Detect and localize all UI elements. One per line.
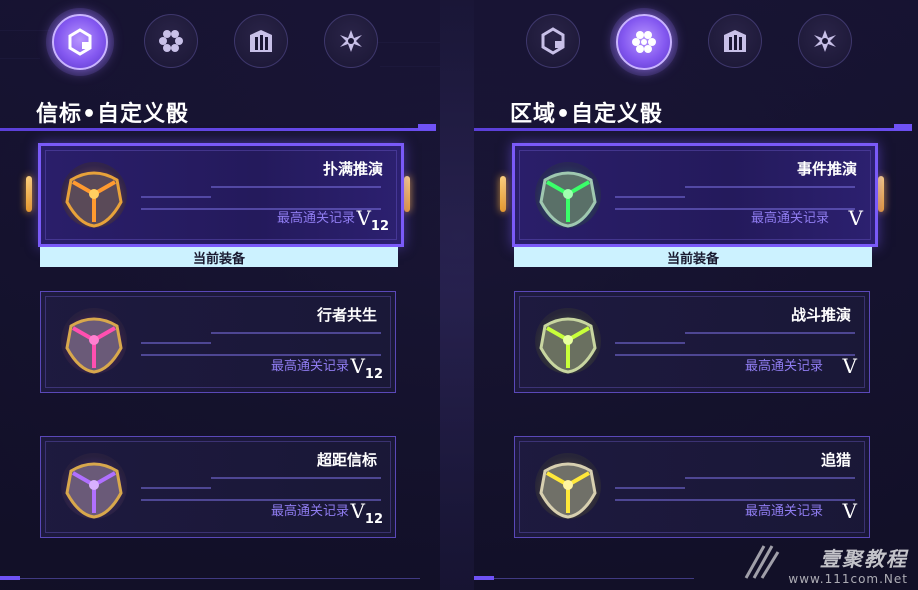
dice-icon bbox=[61, 162, 127, 228]
beacon-hex-icon bbox=[541, 27, 565, 55]
record-label: 最高通关记录 bbox=[744, 359, 823, 374]
nav-tab-cluster[interactable] bbox=[144, 14, 198, 68]
beacon-hex-icon bbox=[68, 28, 92, 56]
watermark: 壹聚教程 www.111com.Net bbox=[788, 543, 908, 586]
nav-tab-cluster[interactable] bbox=[616, 14, 672, 70]
dice-icon bbox=[61, 453, 127, 519]
section-title: 区域•自定义骰 bbox=[510, 102, 664, 127]
record-label: 最高通关记录 bbox=[276, 211, 355, 226]
flower-cluster-icon bbox=[632, 31, 656, 53]
nav-tab-beacon[interactable] bbox=[526, 14, 580, 68]
dice-card[interactable]: 扑满推演 最高通关记录 V12 bbox=[38, 143, 404, 247]
record-label: 最高通关记录 bbox=[270, 359, 349, 374]
dice-card[interactable]: 追猎 最高通关记录 V bbox=[514, 436, 870, 538]
nav-tab-pillar[interactable] bbox=[234, 14, 288, 68]
section-title: 信标•自定义骰 bbox=[36, 102, 190, 127]
right-panel: 区域•自定义骰 事件推演 最高通关记录 V 当前装备 战斗推演 最高通关记录 V… bbox=[474, 0, 918, 590]
nav-icon-row bbox=[52, 14, 378, 70]
dice-icon bbox=[535, 162, 601, 228]
circuit-line bbox=[494, 578, 694, 579]
dice-card[interactable]: 战斗推演 最高通关记录 V bbox=[514, 291, 870, 393]
circuit-line bbox=[20, 578, 420, 579]
nav-tab-starburst[interactable] bbox=[324, 14, 378, 68]
dice-icon bbox=[535, 308, 601, 374]
grade-value: V bbox=[842, 499, 857, 523]
starburst-icon bbox=[814, 30, 836, 52]
title-underline-cap bbox=[418, 124, 436, 130]
title-underline bbox=[0, 128, 436, 131]
equipped-badge: 当前装备 bbox=[40, 247, 398, 267]
watermark-text: 壹聚教程 bbox=[820, 547, 908, 571]
grade-value: V bbox=[848, 206, 863, 230]
nav-tab-starburst[interactable] bbox=[798, 14, 852, 68]
dice-card[interactable]: 行者共生 最高通关记录 V12 bbox=[40, 291, 396, 393]
panel-divider bbox=[440, 0, 474, 590]
dice-icon bbox=[61, 308, 127, 374]
watermark-url: www.111com.Net bbox=[788, 572, 908, 586]
dice-card[interactable]: 超距信标 最高通关记录 V12 bbox=[40, 436, 396, 538]
nav-icon-row bbox=[526, 14, 852, 70]
right-side-tab bbox=[404, 176, 410, 212]
dice-name: 追猎 bbox=[820, 451, 851, 469]
grade-value: V12 bbox=[350, 499, 383, 527]
bottom-accent bbox=[474, 576, 494, 580]
title-underline-cap bbox=[894, 124, 912, 130]
left-side-tab bbox=[26, 176, 32, 212]
dice-name: 战斗推演 bbox=[790, 306, 851, 324]
dice-name: 行者共生 bbox=[316, 306, 377, 324]
record-label: 最高通关记录 bbox=[744, 504, 823, 519]
record-label: 最高通关记录 bbox=[750, 211, 829, 226]
grade-value: V12 bbox=[356, 206, 389, 234]
dice-name: 事件推演 bbox=[796, 160, 857, 178]
dice-icon bbox=[535, 453, 601, 519]
grade-value: V bbox=[842, 354, 857, 378]
dice-name: 扑满推演 bbox=[322, 160, 383, 178]
title-underline bbox=[474, 128, 912, 131]
nav-tab-beacon[interactable] bbox=[52, 14, 108, 70]
dice-card[interactable]: 事件推演 最高通关记录 V bbox=[512, 143, 878, 247]
nav-tab-pillar[interactable] bbox=[708, 14, 762, 68]
watermark-logo-icon bbox=[744, 545, 780, 579]
starburst-icon bbox=[340, 30, 362, 52]
flower-cluster-icon bbox=[159, 30, 183, 52]
pillar-block-icon bbox=[724, 30, 746, 52]
pillar-block-icon bbox=[250, 30, 272, 52]
left-side-tab bbox=[500, 176, 506, 212]
left-panel: 信标•自定义骰 扑满推演 最高通关记录 V12 当前装备 行者共生 最高通关记录… bbox=[0, 0, 440, 590]
record-label: 最高通关记录 bbox=[270, 504, 349, 519]
bottom-accent bbox=[0, 576, 20, 580]
dice-name: 超距信标 bbox=[316, 451, 377, 469]
equipped-badge: 当前装备 bbox=[514, 247, 872, 267]
grade-value: V12 bbox=[350, 354, 383, 382]
right-side-tab bbox=[878, 176, 884, 212]
